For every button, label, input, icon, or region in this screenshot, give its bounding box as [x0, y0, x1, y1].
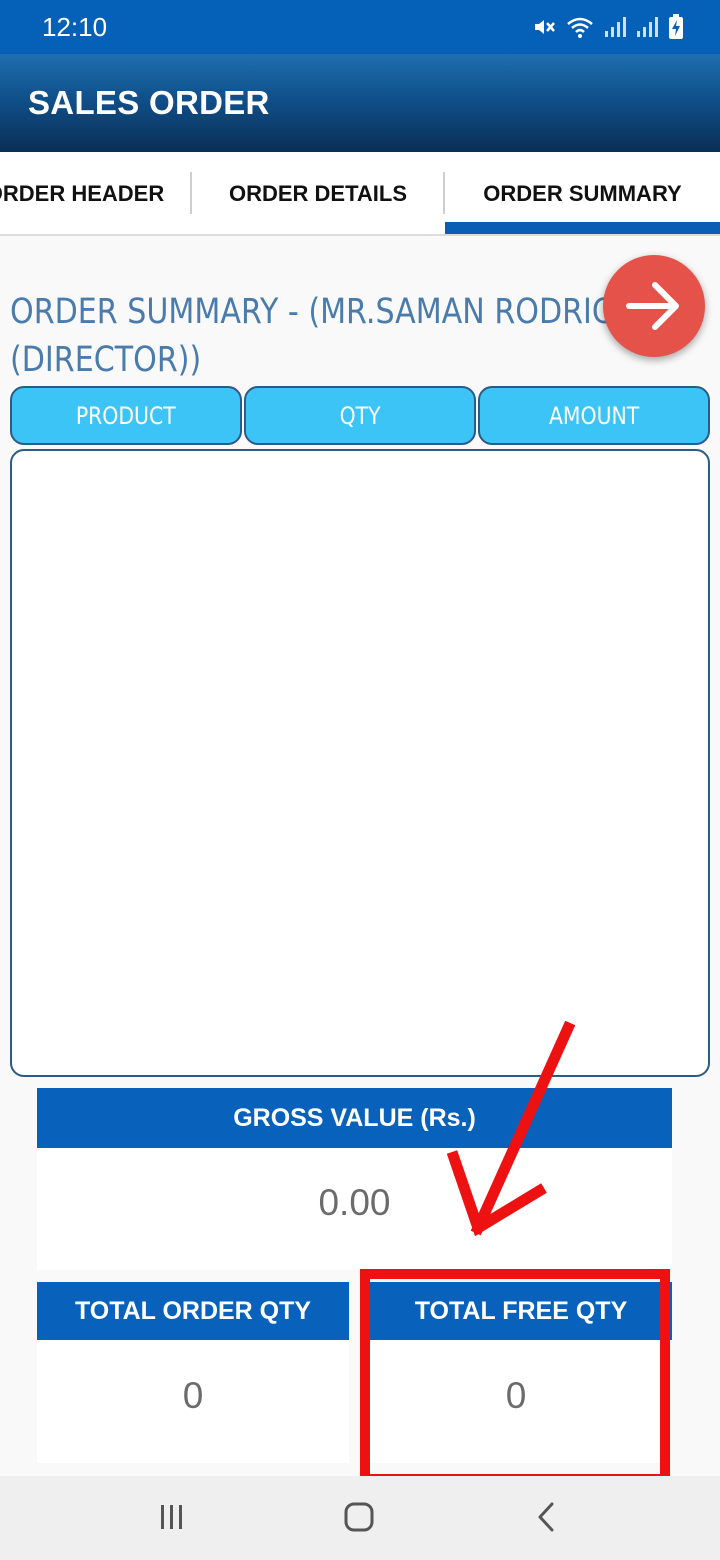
- app-title: SALES ORDER: [28, 84, 270, 121]
- back-icon: [538, 1502, 554, 1532]
- column-header-amount[interactable]: AMOUNT: [478, 386, 710, 445]
- tab-selected-indicator: [445, 222, 720, 234]
- column-header-amount-label: AMOUNT: [548, 401, 640, 430]
- signal-icon: [605, 17, 626, 37]
- battery-charging-icon: [669, 14, 683, 39]
- tab-bar: ORDER HEADER ORDER DETAILS ORDER SUMMARY: [0, 152, 720, 236]
- recents-icon: [161, 1505, 182, 1529]
- next-fab-button[interactable]: [603, 255, 705, 357]
- mute-icon: [535, 20, 555, 34]
- total-order-qty-value: 0: [182, 1375, 204, 1416]
- home-icon: [344, 1502, 374, 1532]
- status-time: 12:10: [42, 12, 108, 42]
- order-items-list[interactable]: [10, 449, 710, 1077]
- status-icons: [532, 14, 684, 40]
- column-header-qty[interactable]: QTY: [244, 386, 476, 445]
- annotation-arrow: [446, 1020, 576, 1237]
- back-button[interactable]: [516, 1492, 576, 1542]
- arrow-right-icon: [626, 282, 679, 330]
- column-header-product[interactable]: PRODUCT: [10, 386, 242, 445]
- summary-title-line1: ORDER SUMMARY - (MR.SAMAN RODRIGO: [10, 292, 639, 332]
- home-button[interactable]: [329, 1492, 389, 1542]
- status-bar: 12:10: [0, 0, 720, 54]
- app-bar: SALES ORDER: [0, 54, 720, 152]
- system-nav-bar: [0, 1476, 720, 1560]
- total-order-qty-header: TOTAL ORDER QTY: [37, 1282, 349, 1340]
- summary-title: ORDER SUMMARY - (MR.SAMAN RODRIGO (DIREC…: [10, 288, 639, 384]
- summary-title-line2: (DIRECTOR)): [10, 340, 202, 380]
- column-header-product-label: PRODUCT: [76, 401, 176, 430]
- column-header-qty-label: QTY: [339, 401, 381, 430]
- tab-order-header[interactable]: ORDER HEADER: [0, 152, 190, 234]
- tab-order-details[interactable]: ORDER DETAILS: [192, 152, 444, 234]
- recents-button[interactable]: [142, 1492, 202, 1542]
- signal-icon-2: [637, 17, 658, 37]
- wifi-icon: [567, 17, 593, 38]
- total-order-qty-box: 0: [37, 1340, 349, 1463]
- annotation-highlight-box: [360, 1269, 670, 1484]
